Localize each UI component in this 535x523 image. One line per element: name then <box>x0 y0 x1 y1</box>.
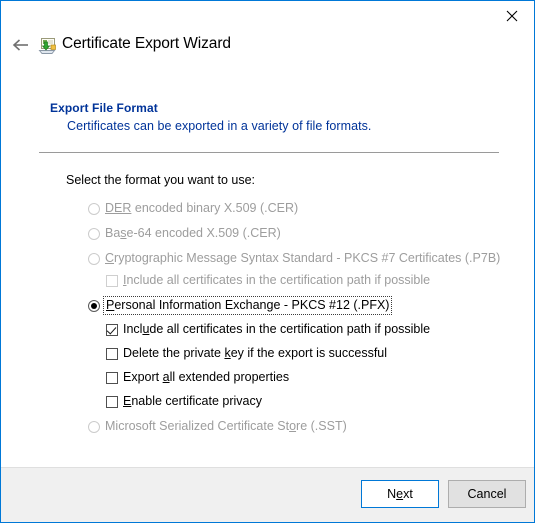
checkbox-pfx-include-all-icon[interactable] <box>106 324 118 336</box>
option-export-extended[interactable]: Export all extended properties <box>106 370 289 385</box>
option-pkcs7[interactable]: Cryptographic Message Syntax Standard - … <box>88 251 500 266</box>
window-title: Certificate Export Wizard <box>62 35 231 52</box>
option-pfx[interactable]: Personal Information Exchange - PKCS #12… <box>88 296 393 315</box>
option-delete-private-key-label: Delete the private key if the export is … <box>123 346 388 360</box>
page-header: Export File Format Certificates can be e… <box>50 101 500 133</box>
cancel-button-label: Cancel <box>467 487 507 501</box>
option-sst[interactable]: Microsoft Serialized Certificate Store (… <box>88 419 347 434</box>
option-sst-label: Microsoft Serialized Certificate Store (… <box>105 419 347 433</box>
next-button-label: Next <box>387 486 413 501</box>
option-p7b-include-all[interactable]: Include all certificates in the certific… <box>106 273 430 288</box>
option-base64[interactable]: Base-64 encoded X.509 (.CER) <box>88 226 281 241</box>
option-der[interactable]: DER encoded binary X.509 (.CER) <box>88 201 298 216</box>
radio-pkcs7-icon[interactable] <box>88 253 100 265</box>
option-der-accesskey: DER <box>105 201 132 215</box>
page-subtitle: Certificates can be exported in a variet… <box>67 119 372 133</box>
next-button[interactable]: Next <box>361 480 439 508</box>
option-base64-label: Base-64 encoded X.509 (.CER) <box>105 226 281 240</box>
option-enable-privacy-label: Enable certificate privacy <box>123 394 262 408</box>
radio-pfx-icon[interactable] <box>88 300 100 312</box>
certificate-export-icon <box>37 36 57 56</box>
option-delete-private-key[interactable]: Delete the private key if the export is … <box>106 346 387 361</box>
checkbox-delete-private-key-icon[interactable] <box>106 348 118 360</box>
option-pfx-label: Personal Information Exchange - PKCS #12… <box>102 296 393 315</box>
title-bar: Certificate Export Wizard <box>1 1 534 73</box>
format-options-panel: Select the format you want to use: DER e… <box>1 161 534 481</box>
option-export-extended-label: Export all extended properties <box>123 370 290 384</box>
checkbox-p7b-include-all-icon[interactable] <box>106 275 118 287</box>
header-divider <box>39 152 499 153</box>
option-pkcs7-label: Cryptographic Message Syntax Standard - … <box>105 251 501 265</box>
radio-base64-icon[interactable] <box>88 228 100 240</box>
option-enable-privacy[interactable]: Enable certificate privacy <box>106 394 262 409</box>
page-title: Export File Format <box>50 101 158 115</box>
back-arrow-icon[interactable] <box>7 31 35 59</box>
checkbox-export-extended-icon[interactable] <box>106 372 118 384</box>
option-p7b-include-all-label: Include all certificates in the certific… <box>123 273 431 287</box>
option-der-label: DER encoded binary X.509 (.CER) <box>105 201 299 215</box>
dialog-footer: Next Cancel <box>1 467 534 522</box>
format-prompt: Select the format you want to use: <box>66 173 255 187</box>
radio-sst-icon[interactable] <box>88 421 100 433</box>
checkbox-enable-privacy-icon[interactable] <box>106 396 118 408</box>
certificate-export-wizard-window: Certificate Export Wizard Export File Fo… <box>0 0 535 523</box>
close-icon[interactable] <box>489 1 534 30</box>
cancel-button[interactable]: Cancel <box>448 480 526 508</box>
option-pfx-include-all[interactable]: Include all certificates in the certific… <box>106 322 430 337</box>
radio-der-icon[interactable] <box>88 203 100 215</box>
option-pfx-include-all-label: Include all certificates in the certific… <box>123 322 431 336</box>
